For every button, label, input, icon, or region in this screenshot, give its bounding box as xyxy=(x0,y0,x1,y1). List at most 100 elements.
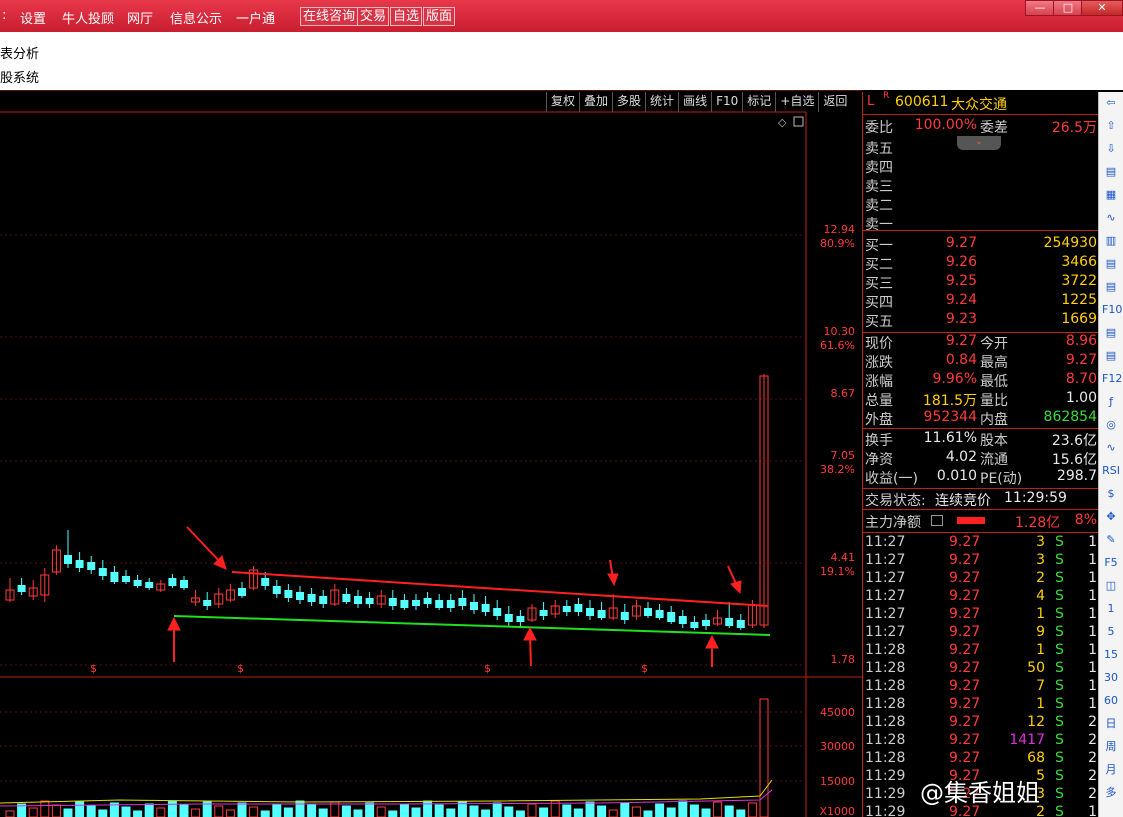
tick-time: 11:28 xyxy=(865,732,906,748)
menu-web-hall[interactable]: 网厅 xyxy=(127,8,153,27)
menu-settings[interactable]: 设置 xyxy=(20,8,46,27)
menu-info[interactable]: 信息公示 xyxy=(170,8,222,27)
diamond-icon: ◇ xyxy=(778,116,787,129)
strip-icon[interactable]: ⇩ xyxy=(1102,140,1120,158)
bid-row[interactable]: 买四 9.24 1225 xyxy=(863,292,1099,311)
menu-one-account[interactable]: 一户通 xyxy=(236,8,275,27)
strip-icon[interactable]: 月 xyxy=(1102,761,1120,779)
strip-icon[interactable]: $ xyxy=(1102,485,1120,503)
layout-button[interactable]: 版面 xyxy=(423,7,456,26)
quote-value-2: 862854 xyxy=(1043,409,1097,425)
tool-adjust-button[interactable]: 复权 xyxy=(546,92,579,112)
strip-icon[interactable]: ▦ xyxy=(1102,186,1120,204)
tick-time: 11:29 xyxy=(865,786,906,802)
strip-icon[interactable]: 多 xyxy=(1102,784,1120,802)
ask-row[interactable]: 卖二 xyxy=(863,195,1099,214)
strip-icon[interactable]: 周 xyxy=(1102,738,1120,756)
strip-icon[interactable]: ▤ xyxy=(1102,347,1120,365)
strip-icon[interactable]: ◫ xyxy=(1102,577,1120,595)
strip-icon[interactable]: RSI xyxy=(1102,462,1120,480)
quote-value-2: 9.27 xyxy=(1065,352,1097,368)
volume-bar xyxy=(678,800,688,817)
tool-stats-button[interactable]: 统计 xyxy=(645,92,678,112)
tool-mark-button[interactable]: 标记 xyxy=(742,92,775,112)
candle-body xyxy=(180,580,188,588)
arrow-up-3 xyxy=(705,634,719,667)
strip-icon[interactable]: 15 xyxy=(1102,646,1120,664)
tick-volume: 3 xyxy=(1036,534,1045,550)
list-icon[interactable] xyxy=(931,515,943,526)
tool-add-watch-button[interactable]: +自选 xyxy=(775,92,818,112)
strip-icon[interactable]: ∿ xyxy=(1102,439,1120,457)
sub-item-analysis[interactable]: 表分析 xyxy=(0,43,39,62)
volume-bar xyxy=(353,809,363,817)
strip-icon[interactable]: F12 xyxy=(1102,370,1122,388)
bid-volume: 1225 xyxy=(1061,292,1097,308)
strip-icon[interactable]: ▤ xyxy=(1102,255,1120,273)
tick-price: 9.27 xyxy=(949,552,981,568)
strip-icon[interactable]: ✥ xyxy=(1102,508,1120,526)
strip-icon[interactable]: 1 xyxy=(1102,600,1120,618)
strip-icon[interactable]: 60 xyxy=(1102,692,1120,710)
fundamental-label-2: 股本 xyxy=(980,433,1008,449)
sub-item-system[interactable]: 股系统 xyxy=(0,67,39,86)
menu-partial[interactable]: : xyxy=(2,8,6,23)
tool-f10-button[interactable]: F10 xyxy=(711,92,742,112)
strip-icon[interactable]: ⇦ xyxy=(1102,94,1120,112)
strip-icon[interactable]: ⇧ xyxy=(1102,117,1120,135)
tick-count: 1 xyxy=(1088,804,1097,817)
marker-l: L xyxy=(867,94,875,109)
tool-draw-button[interactable]: 画线 xyxy=(678,92,711,112)
minimize-button[interactable]: — xyxy=(1025,0,1055,16)
ask-row[interactable]: 卖五 xyxy=(863,138,1099,157)
ask-label: 卖一 xyxy=(865,217,893,233)
strip-icon[interactable]: ▤ xyxy=(1102,163,1120,181)
strip-icon[interactable]: F5 xyxy=(1102,554,1120,572)
online-consult-button[interactable]: 在线咨询 xyxy=(300,7,359,26)
bid-row[interactable]: 买一 9.27 254930 xyxy=(863,235,1099,254)
bid-row[interactable]: 买三 9.25 3722 xyxy=(863,273,1099,292)
tick-count: 2 xyxy=(1088,786,1097,802)
flow-bar xyxy=(957,517,985,524)
window-icon xyxy=(793,116,804,127)
tool-multi-button[interactable]: 多股 xyxy=(612,92,645,112)
trade-button[interactable]: 交易 xyxy=(357,7,390,26)
volume-bar xyxy=(260,810,270,817)
candle-body xyxy=(539,610,548,616)
bid-row[interactable]: 买二 9.26 3466 xyxy=(863,254,1099,273)
volume-bar xyxy=(666,807,676,817)
weibi-row: 委比 100.00% 委差 26.5万 xyxy=(863,117,1099,136)
tool-back-button[interactable]: 返回 xyxy=(818,92,851,112)
maximize-button[interactable]: □ xyxy=(1053,0,1083,16)
weicha-label: 委差 xyxy=(980,120,1008,136)
kline-chart[interactable]: $ $ $ $ 12.9480.9% 10.3061.6% 8.67 7.0538.2… xyxy=(0,90,862,817)
strip-icon[interactable]: ✎ xyxy=(1102,531,1120,549)
bid-row[interactable]: 买五 9.23 1669 xyxy=(863,311,1099,330)
strip-icon[interactable]: ∿ xyxy=(1102,209,1120,227)
strip-icon[interactable]: 日 xyxy=(1102,715,1120,733)
close-button[interactable]: ✕ xyxy=(1081,0,1123,16)
strip-icon[interactable]: ▤ xyxy=(1102,278,1120,296)
arrow-down-2 xyxy=(607,559,619,587)
strip-icon[interactable]: ▥ xyxy=(1102,232,1120,250)
volume-bar xyxy=(481,809,491,817)
strip-icon[interactable]: 5 xyxy=(1102,623,1120,641)
strip-icon[interactable]: F10 xyxy=(1102,301,1122,319)
candle-body xyxy=(481,604,490,612)
watchlist-button[interactable]: 自选 xyxy=(390,7,423,26)
strip-icon[interactable]: 30 xyxy=(1102,669,1120,687)
strip-icon[interactable]: ƒ xyxy=(1102,393,1120,411)
stock-header[interactable]: L R 600611 大众交通 xyxy=(863,91,1099,113)
strip-icon[interactable]: ▤ xyxy=(1102,324,1120,342)
volume-bar xyxy=(620,802,630,817)
weibi-value: 100.00% xyxy=(914,117,977,133)
pct-axis-label: 80.9% xyxy=(820,237,855,250)
candle-body xyxy=(354,596,362,604)
ask-row[interactable]: 卖四 xyxy=(863,157,1099,176)
ask-row[interactable]: 卖三 xyxy=(863,176,1099,195)
tick-count: 2 xyxy=(1088,732,1097,748)
quote-value: 0.84 xyxy=(945,352,977,368)
menu-advisor[interactable]: 牛人投顾 xyxy=(62,8,114,27)
tool-overlay-button[interactable]: 叠加 xyxy=(579,92,612,112)
strip-icon[interactable]: ◎ xyxy=(1102,416,1120,434)
